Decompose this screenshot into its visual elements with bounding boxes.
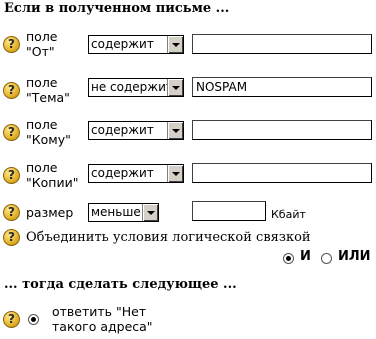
- field-label-from: поле "От": [26, 29, 58, 59]
- operator-value: меньше: [91, 205, 141, 219]
- field-label-to: поле "Кому": [26, 117, 71, 147]
- combine-radio-and[interactable]: [283, 253, 294, 264]
- operator-select-cc[interactable]: содержит: [88, 164, 184, 183]
- chevron-down-icon: [167, 165, 183, 182]
- operator-select-from[interactable]: содержит: [88, 35, 184, 54]
- help-icon[interactable]: ?: [3, 311, 20, 328]
- value-input-to[interactable]: [192, 120, 372, 140]
- operator-value: содержит: [91, 37, 154, 51]
- action-label-reply-no-address: ответить "Нет такого адреса": [52, 304, 153, 334]
- operator-select-subject[interactable]: не содержит: [88, 78, 184, 97]
- value-input-subject[interactable]: NOSPAM: [192, 77, 372, 97]
- chevron-down-icon: [142, 204, 158, 221]
- combine-label: Объединить условия логической связкой: [26, 230, 311, 245]
- action-radio-reply-no-address[interactable]: [28, 314, 39, 325]
- chevron-down-icon: [167, 36, 183, 53]
- value-input-from[interactable]: [192, 34, 372, 54]
- combine-option-or: ИЛИ: [338, 249, 371, 264]
- operator-value: содержит: [91, 123, 154, 137]
- field-label-size: размер: [26, 205, 74, 220]
- operator-select-to[interactable]: содержит: [88, 121, 184, 140]
- field-label-cc: поле "Копии": [26, 160, 79, 190]
- operator-select-size[interactable]: меньше: [88, 203, 159, 222]
- conditions-heading: Если в полученном письме ...: [4, 1, 230, 16]
- help-icon[interactable]: ?: [3, 36, 20, 53]
- operator-value: содержит: [91, 166, 154, 180]
- chevron-down-icon: [167, 79, 183, 96]
- size-input[interactable]: [192, 201, 266, 221]
- combine-option-and: И: [300, 249, 311, 264]
- help-icon[interactable]: ?: [3, 204, 20, 221]
- size-unit: Кбайт: [271, 208, 306, 221]
- help-icon[interactable]: ?: [3, 167, 20, 184]
- chevron-down-icon: [167, 122, 183, 139]
- combine-radio-or[interactable]: [321, 253, 332, 264]
- help-icon[interactable]: ?: [3, 82, 20, 99]
- value-input-cc[interactable]: [192, 163, 372, 183]
- field-label-subject: поле "Тема": [26, 75, 70, 105]
- actions-heading: ... тогда сделать следующее ...: [4, 277, 237, 292]
- help-icon[interactable]: ?: [3, 229, 20, 246]
- operator-value: не содержит: [91, 80, 168, 94]
- help-icon[interactable]: ?: [3, 124, 20, 141]
